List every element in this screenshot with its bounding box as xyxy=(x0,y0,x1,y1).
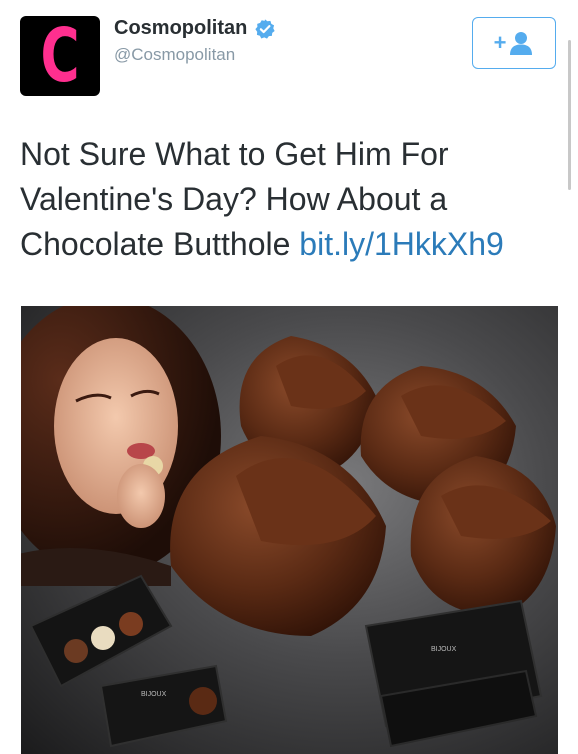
tweet-text: Not Sure What to Get Him For Valentine's… xyxy=(20,132,560,267)
account-name-row[interactable]: Cosmopolitan xyxy=(114,17,276,40)
tweet-photo[interactable]: BIJOUX BIJOUX xyxy=(21,306,558,754)
plus-glyph: + xyxy=(493,30,507,55)
gift-box-bottom: BIJOUX xyxy=(99,664,228,748)
account-name: Cosmopolitan xyxy=(114,17,248,39)
photo-illustration: BIJOUX BIJOUX xyxy=(21,306,556,748)
box-brand-label-right: BIJOUX xyxy=(431,646,457,653)
avatar-letter: C xyxy=(40,16,80,96)
follow-button[interactable]: + xyxy=(472,17,556,69)
scrollbar[interactable] xyxy=(568,40,571,190)
gift-box-right: BIJOUX xyxy=(364,599,543,748)
gift-box-left xyxy=(29,574,173,688)
account-handle[interactable]: @Cosmopolitan xyxy=(114,45,235,65)
avatar[interactable]: C xyxy=(20,16,100,96)
add-user-icon xyxy=(510,32,533,55)
box-brand-label-bottom: BIJOUX xyxy=(141,691,167,698)
tweet-link[interactable]: bit.ly/1HkkXh9 xyxy=(299,226,504,262)
verified-badge-icon xyxy=(255,18,275,39)
